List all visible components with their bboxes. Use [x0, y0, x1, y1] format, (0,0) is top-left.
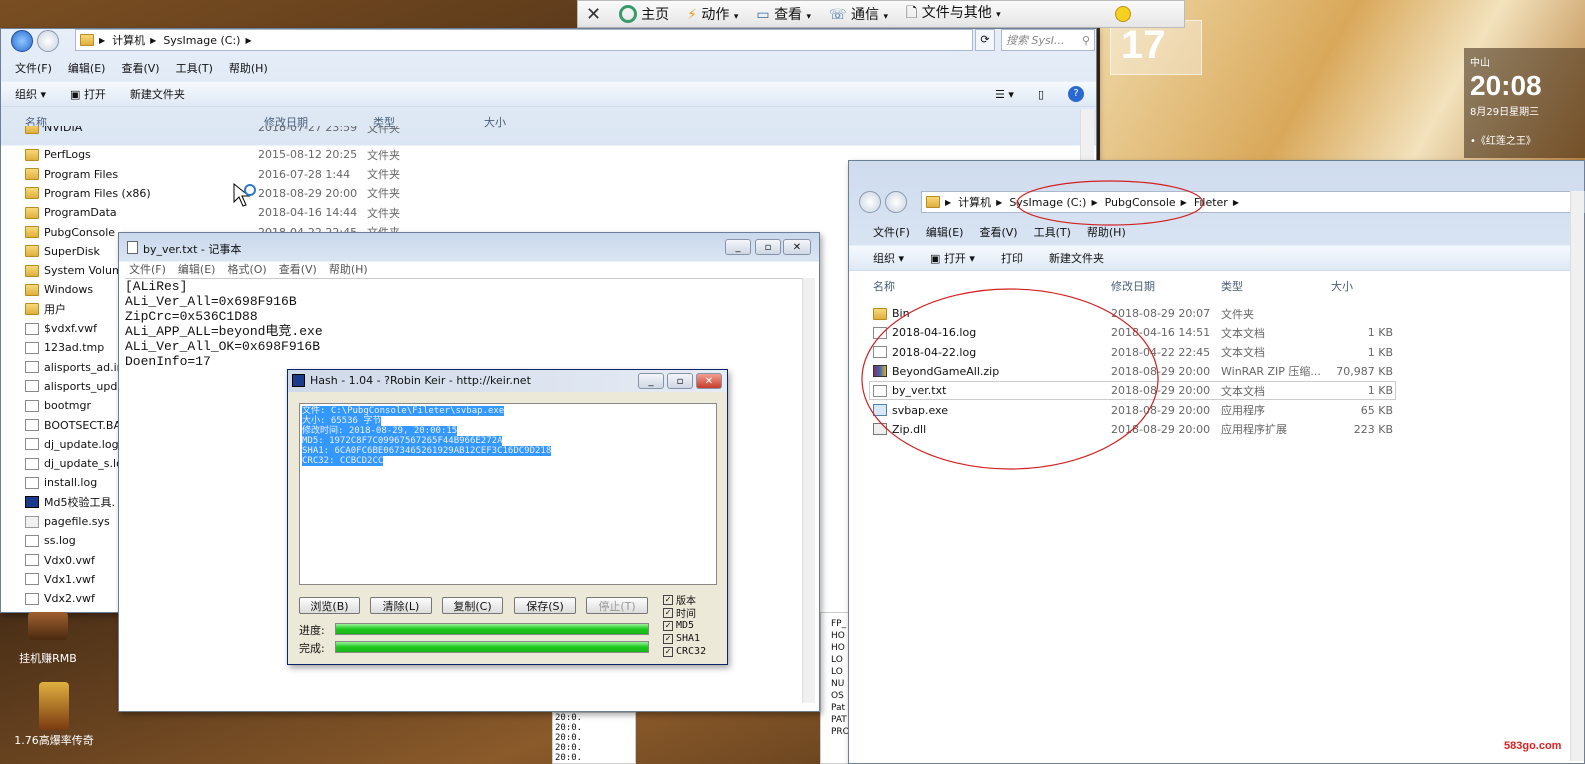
mouse-cursor [233, 182, 256, 207]
annotation-circle-files [861, 288, 1159, 470]
annotation-circle-path [1016, 180, 1204, 226]
watermark: 583go.com [1504, 740, 1562, 752]
annotation-overlay [861, 180, 1204, 470]
